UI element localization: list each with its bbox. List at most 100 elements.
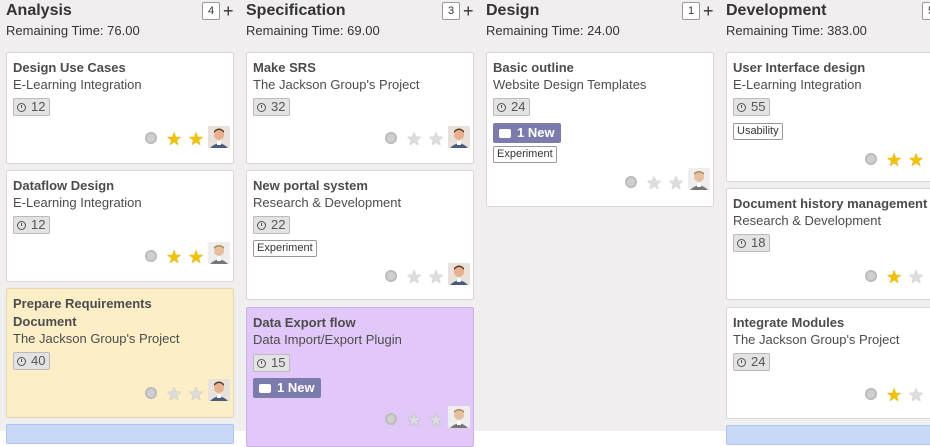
remaining-time: Remaining Time: 24.00 xyxy=(486,23,620,38)
clock-icon xyxy=(737,357,746,367)
clock-icon xyxy=(17,102,26,112)
hours-badge: 24 xyxy=(733,353,771,371)
card-title[interactable]: Make SRS xyxy=(253,59,465,77)
column-title[interactable]: Development xyxy=(726,2,826,20)
column-specification: Specification 3 + Remaining Time: 69.00 … xyxy=(240,0,480,447)
star-icon[interactable]: ★ xyxy=(188,385,204,403)
status-dot-icon[interactable] xyxy=(385,270,397,282)
star-icon[interactable]: ★ xyxy=(188,248,204,266)
column-header: Development 5 Remaining Time: 383.00 xyxy=(720,0,930,46)
task-card[interactable]: Dataflow Design E-Learning Integration 1… xyxy=(6,170,234,282)
card-title[interactable]: Design Use Cases xyxy=(13,59,225,77)
clock-icon xyxy=(257,220,266,230)
hours-value: 24 xyxy=(751,354,766,369)
star-icon[interactable]: ★ xyxy=(886,386,902,404)
status-dot-icon[interactable] xyxy=(865,153,877,165)
card-project: Data Import/Export Plugin xyxy=(253,332,402,347)
add-card-button[interactable]: + xyxy=(223,0,234,22)
star-icon[interactable]: ★ xyxy=(406,411,422,429)
clock-icon xyxy=(257,358,266,368)
column-title[interactable]: Specification xyxy=(246,2,346,20)
hours-badge: 22 xyxy=(253,216,291,234)
task-card[interactable]: Basic outline Website Design Templates 2… xyxy=(486,52,714,207)
star-icon[interactable]: ★ xyxy=(908,268,924,286)
column-count-badge: 4 xyxy=(202,2,220,20)
card-title[interactable]: Prepare Requirements Document xyxy=(13,295,173,331)
clock-icon xyxy=(17,220,26,230)
status-dot-icon[interactable] xyxy=(625,176,637,188)
star-icon[interactable]: ★ xyxy=(428,411,444,429)
column-title[interactable]: Design xyxy=(486,2,539,20)
task-card[interactable] xyxy=(6,424,234,444)
new-messages-badge[interactable]: 1 New xyxy=(493,123,561,143)
new-messages-label: 1 New xyxy=(517,125,555,140)
status-dot-icon[interactable] xyxy=(865,388,877,400)
chat-bubble-icon xyxy=(259,383,271,393)
hours-badge: 12 xyxy=(13,98,51,116)
task-card[interactable]: Prepare Requirements Document The Jackso… xyxy=(6,288,234,418)
add-card-button[interactable]: + xyxy=(463,0,474,22)
star-icon[interactable]: ★ xyxy=(886,151,902,169)
card-title[interactable]: Data Export flow xyxy=(253,314,465,332)
task-card[interactable]: New portal system Research & Development… xyxy=(246,170,474,300)
remaining-time: Remaining Time: 383.00 xyxy=(726,23,867,38)
task-card[interactable]: Make SRS The Jackson Group's Project 32 … xyxy=(246,52,474,164)
star-icon[interactable]: ★ xyxy=(166,130,182,148)
card-project: Research & Development xyxy=(733,213,882,228)
star-icon[interactable]: ★ xyxy=(188,130,204,148)
hours-value: 22 xyxy=(271,217,286,232)
task-card[interactable]: Data Export flow Data Import/Export Plug… xyxy=(246,307,474,447)
add-card-button[interactable]: + xyxy=(703,0,714,22)
star-icon[interactable]: ★ xyxy=(646,174,662,192)
hours-badge: 12 xyxy=(13,216,51,234)
star-icon[interactable]: ★ xyxy=(908,386,924,404)
status-dot-icon[interactable] xyxy=(865,270,877,282)
card-title[interactable]: Document history management xyxy=(733,195,930,213)
card-title[interactable]: User Interface design xyxy=(733,59,930,77)
hours-badge: 24 xyxy=(493,98,531,116)
task-card[interactable]: Integrate Modules The Jackson Group's Pr… xyxy=(726,307,930,419)
task-card[interactable]: Document history management Research & D… xyxy=(726,188,930,300)
new-messages-badge[interactable]: 1 New xyxy=(253,378,321,398)
star-icon[interactable]: ★ xyxy=(166,248,182,266)
avatar xyxy=(448,126,470,148)
column-count-badge: 3 xyxy=(442,2,460,20)
card-project: The Jackson Group's Project xyxy=(13,331,180,346)
star-icon[interactable]: ★ xyxy=(166,385,182,403)
task-card[interactable] xyxy=(726,425,930,445)
tag-label[interactable]: Experiment xyxy=(493,146,557,163)
task-card[interactable]: User Interface design E-Learning Integra… xyxy=(726,52,930,182)
star-icon[interactable]: ★ xyxy=(428,268,444,286)
card-title[interactable]: New portal system xyxy=(253,177,465,195)
star-icon[interactable]: ★ xyxy=(428,130,444,148)
star-icon[interactable]: ★ xyxy=(668,174,684,192)
clock-icon xyxy=(17,356,26,366)
tag-label[interactable]: Usability xyxy=(733,123,783,140)
card-title[interactable]: Dataflow Design xyxy=(13,177,225,195)
card-title[interactable]: Basic outline xyxy=(493,59,705,77)
hours-value: 55 xyxy=(751,99,766,114)
card-title[interactable]: Integrate Modules xyxy=(733,314,930,332)
card-project: E-Learning Integration xyxy=(13,195,142,210)
star-icon[interactable]: ★ xyxy=(886,268,902,286)
tag-label[interactable]: Experiment xyxy=(253,240,317,257)
card-project: E-Learning Integration xyxy=(733,77,862,92)
hours-value: 24 xyxy=(511,99,526,114)
avatar xyxy=(208,242,230,264)
status-dot-icon[interactable] xyxy=(385,413,397,425)
status-dot-icon[interactable] xyxy=(145,132,157,144)
status-dot-icon[interactable] xyxy=(385,132,397,144)
column-title[interactable]: Analysis xyxy=(6,2,72,20)
star-icon[interactable]: ★ xyxy=(908,151,924,169)
clock-icon xyxy=(497,102,506,112)
hours-value: 15 xyxy=(271,355,286,370)
task-card[interactable]: Design Use Cases E-Learning Integration … xyxy=(6,52,234,164)
star-icon[interactable]: ★ xyxy=(406,268,422,286)
status-dot-icon[interactable] xyxy=(145,250,157,262)
avatar xyxy=(448,263,470,285)
column-development: Development 5 Remaining Time: 383.00 Use… xyxy=(720,0,930,445)
column-header: Design 1 + Remaining Time: 24.00 xyxy=(480,0,720,46)
star-icon[interactable]: ★ xyxy=(406,130,422,148)
status-dot-icon[interactable] xyxy=(145,387,157,399)
hours-badge: 15 xyxy=(253,354,291,372)
